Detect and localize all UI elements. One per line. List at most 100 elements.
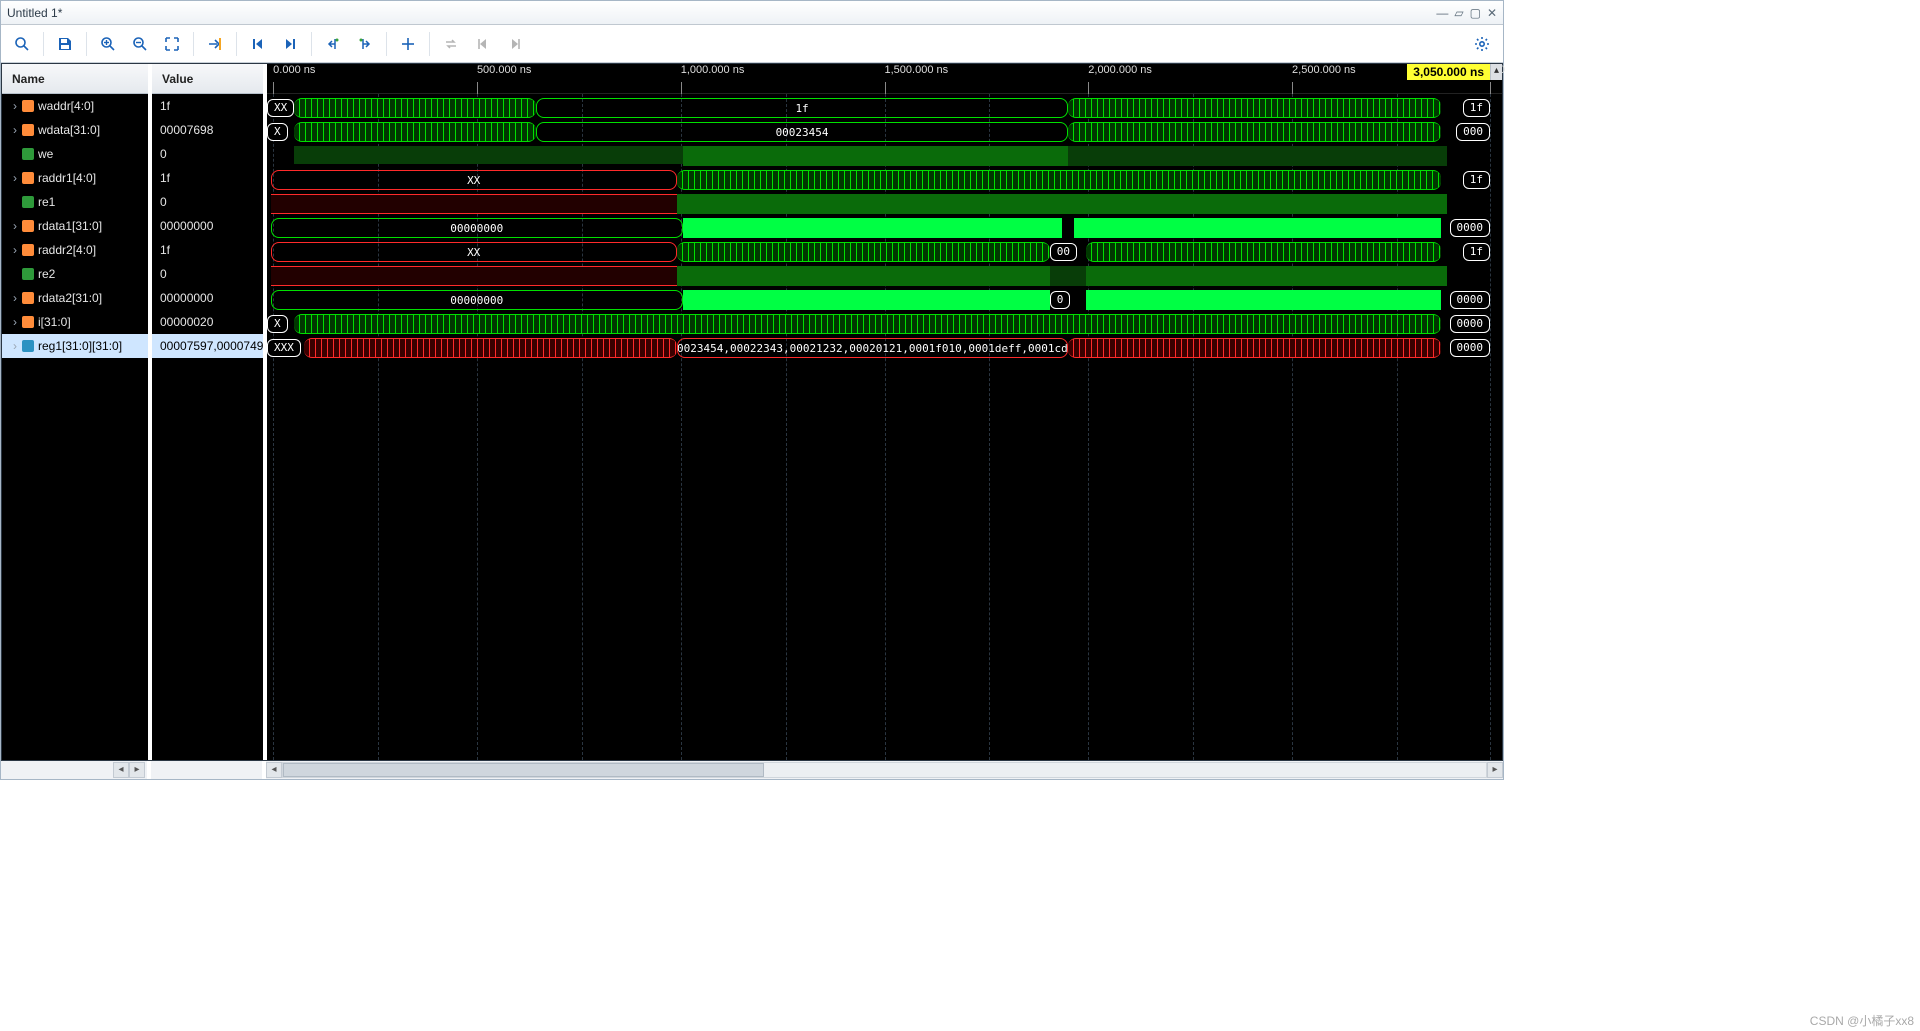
name-header[interactable]: Name bbox=[2, 64, 148, 94]
time-ruler[interactable]: 0.000 ns500.000 ns1,000.000 ns1,500.000 … bbox=[267, 64, 1502, 94]
signal-name: re1 bbox=[38, 195, 55, 209]
wave-segment: 1f bbox=[536, 98, 1068, 118]
wave-segment bbox=[1086, 266, 1447, 286]
waveform-lane[interactable]: XX1f1f bbox=[267, 98, 1490, 118]
signal-value: 0 bbox=[160, 195, 167, 209]
restore-icon[interactable]: ▱ bbox=[1454, 6, 1463, 20]
signal-name: wdata[31:0] bbox=[38, 123, 100, 137]
ruler-tick: 1,500.000 ns bbox=[885, 64, 949, 76]
signal-row[interactable]: re1 bbox=[2, 190, 148, 214]
signal-row[interactable]: ›rdata2[31:0] bbox=[2, 286, 148, 310]
go-last-icon[interactable] bbox=[275, 29, 305, 59]
value-column[interactable]: Value 1f0000769801f0000000001f0000000000… bbox=[152, 64, 267, 760]
signal-icon bbox=[22, 220, 34, 232]
wave-segment bbox=[677, 242, 1050, 262]
waveform-canvas[interactable]: XX1f1fX00023454000XX1f000000000000XX001f… bbox=[267, 94, 1502, 760]
value-header[interactable]: Value bbox=[152, 64, 263, 94]
signal-icon bbox=[22, 100, 34, 112]
wave-scroll-track[interactable] bbox=[282, 762, 1487, 778]
waveform-lane[interactable]: 000000000000 bbox=[267, 218, 1490, 238]
settings-icon[interactable] bbox=[1467, 29, 1497, 59]
signal-value-row[interactable]: 00007698 bbox=[152, 118, 263, 142]
wave-segment: 00023454 bbox=[536, 122, 1068, 142]
signal-value-row[interactable]: 1f bbox=[152, 94, 263, 118]
signal-value-row[interactable]: 1f bbox=[152, 238, 263, 262]
waveform-lane[interactable]: XX1f bbox=[267, 170, 1490, 190]
signal-row[interactable]: re2 bbox=[2, 262, 148, 286]
signal-row[interactable]: we bbox=[2, 142, 148, 166]
signal-value-row[interactable]: 00000000 bbox=[152, 286, 263, 310]
signal-value-row[interactable]: 00000000 bbox=[152, 214, 263, 238]
signal-value-row[interactable]: 0 bbox=[152, 190, 263, 214]
save-icon[interactable] bbox=[50, 29, 80, 59]
ruler-tick: 1,000.000 ns bbox=[681, 64, 745, 76]
next-transition-icon[interactable] bbox=[350, 29, 380, 59]
signal-row[interactable]: ›reg1[31:0][31:0] bbox=[2, 334, 148, 358]
wave-segment bbox=[683, 290, 1050, 310]
window-title: Untitled 1* bbox=[7, 6, 1436, 20]
waveform-lane[interactable]: X0000 bbox=[267, 314, 1490, 334]
prev-marker-icon[interactable] bbox=[468, 29, 498, 59]
signal-icon bbox=[22, 292, 34, 304]
signal-row[interactable]: ›i[31:0] bbox=[2, 310, 148, 334]
waveform-lane[interactable] bbox=[267, 146, 1490, 166]
minimize-icon[interactable]: — bbox=[1436, 6, 1448, 20]
wave-segment bbox=[294, 314, 1441, 334]
signal-value-row[interactable]: 0 bbox=[152, 142, 263, 166]
signal-row[interactable]: ›waddr[4:0] bbox=[2, 94, 148, 118]
signal-row[interactable]: ›rdata1[31:0] bbox=[2, 214, 148, 238]
signal-row[interactable]: ›raddr1[4:0] bbox=[2, 166, 148, 190]
go-first-icon[interactable] bbox=[243, 29, 273, 59]
wave-segment: 00000000 bbox=[271, 290, 683, 310]
add-marker-icon[interactable] bbox=[393, 29, 423, 59]
signal-value-row[interactable]: 0 bbox=[152, 262, 263, 286]
signal-value-row[interactable]: 00007597,00007496, bbox=[152, 334, 263, 358]
wave-scroll-thumb[interactable] bbox=[283, 763, 764, 777]
waveform-lane[interactable]: XXX00023454,00022343,00021232,00020121,0… bbox=[267, 338, 1490, 358]
wave-end-value: 1f bbox=[1463, 243, 1490, 261]
titlebar[interactable]: Untitled 1* — ▱ ▢ ✕ bbox=[1, 1, 1503, 25]
waveform-column[interactable]: 3,050.000 ns ▴ 0.000 ns500.000 ns1,000.0… bbox=[267, 64, 1502, 760]
wave-end-value: 0000 bbox=[1450, 219, 1491, 237]
name-scroll-right-icon[interactable]: ▸ bbox=[129, 762, 145, 778]
signal-value-row[interactable]: 00000020 bbox=[152, 310, 263, 334]
maximize-icon[interactable]: ▢ bbox=[1470, 6, 1481, 20]
ruler-tick: 2,500.000 ns bbox=[1292, 64, 1356, 76]
wave-segment bbox=[677, 194, 1448, 214]
signal-value: 1f bbox=[160, 171, 170, 185]
window-buttons: — ▱ ▢ ✕ bbox=[1436, 6, 1497, 20]
wave-start-value: XX bbox=[267, 99, 294, 117]
wave-scroll-left-icon[interactable]: ◂ bbox=[266, 762, 282, 778]
wave-mid-value: 0 bbox=[1050, 291, 1071, 309]
zoom-in-icon[interactable] bbox=[93, 29, 123, 59]
name-scroll-left-icon[interactable]: ◂ bbox=[113, 762, 129, 778]
waveform-lane[interactable]: X00023454000 bbox=[267, 122, 1490, 142]
wave-segment: 00023454,00022343,00021232,00020121,0001… bbox=[677, 338, 1068, 358]
signal-icon bbox=[22, 124, 34, 136]
signal-value-row[interactable]: 1f bbox=[152, 166, 263, 190]
signal-row[interactable]: ›wdata[31:0] bbox=[2, 118, 148, 142]
prev-transition-icon[interactable] bbox=[318, 29, 348, 59]
ruler-tick: 2,000.000 ns bbox=[1088, 64, 1152, 76]
waveform-lane[interactable] bbox=[267, 266, 1490, 286]
swap-icon[interactable] bbox=[436, 29, 466, 59]
search-icon[interactable] bbox=[7, 29, 37, 59]
wave-segment bbox=[1068, 338, 1441, 358]
waveform-lane[interactable]: 0000000000000 bbox=[267, 290, 1490, 310]
wave-segment bbox=[677, 266, 1050, 286]
signal-row[interactable]: ›raddr2[4:0] bbox=[2, 238, 148, 262]
waveform-lane[interactable]: XX001f bbox=[267, 242, 1490, 262]
wave-scroll-right-icon[interactable]: ▸ bbox=[1487, 762, 1503, 778]
zoom-out-icon[interactable] bbox=[125, 29, 155, 59]
waveform-lane[interactable] bbox=[267, 194, 1490, 214]
signal-name: raddr2[4:0] bbox=[38, 243, 96, 257]
name-column[interactable]: Name ›waddr[4:0]›wdata[31:0]we›raddr1[4:… bbox=[2, 64, 152, 760]
goto-cursor-icon[interactable] bbox=[200, 29, 230, 59]
signal-value: 00000000 bbox=[160, 291, 213, 305]
cursor-time-badge[interactable]: 3,050.000 ns bbox=[1407, 64, 1490, 80]
wave-mid-value: 00 bbox=[1050, 243, 1077, 261]
zoom-fit-icon[interactable] bbox=[157, 29, 187, 59]
scroll-up-icon[interactable]: ▴ bbox=[1490, 64, 1502, 80]
next-marker-icon[interactable] bbox=[500, 29, 530, 59]
close-icon[interactable]: ✕ bbox=[1487, 6, 1497, 20]
